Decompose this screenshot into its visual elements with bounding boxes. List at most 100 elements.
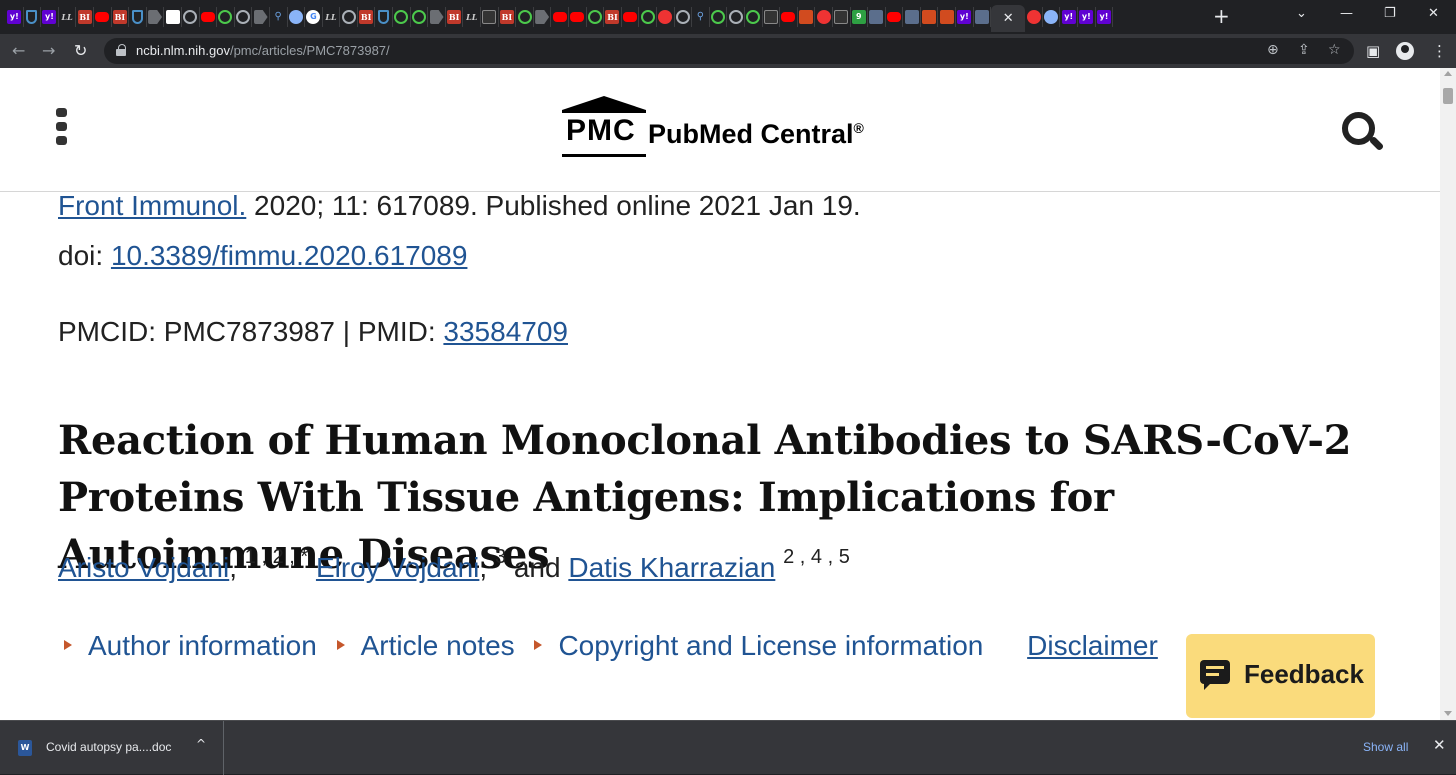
bookmark-star-icon[interactable]: ☆: [1328, 42, 1341, 58]
browser-tab[interactable]: y!: [956, 7, 974, 27]
browser-tab[interactable]: [235, 7, 253, 27]
browser-tab[interactable]: LL: [59, 7, 77, 27]
article-notes-toggle[interactable]: Article notes: [361, 630, 515, 661]
browser-tab[interactable]: [481, 7, 499, 27]
author-information-toggle[interactable]: Author information: [88, 630, 317, 661]
browser-tab[interactable]: [903, 7, 921, 27]
download-file-name[interactable]: Covid autopsy pa....doc: [46, 740, 171, 754]
browser-tab[interactable]: [340, 7, 358, 27]
browser-tab[interactable]: [727, 7, 745, 27]
browser-tab[interactable]: [657, 7, 675, 27]
browser-tab[interactable]: y!: [1096, 7, 1114, 27]
browser-tab[interactable]: y!: [1060, 7, 1079, 27]
browser-tab[interactable]: BI: [76, 7, 94, 27]
lock-icon[interactable]: [116, 44, 126, 56]
browser-tab[interactable]: BI: [358, 7, 376, 27]
feedback-button[interactable]: Feedback: [1186, 634, 1375, 718]
browser-tab[interactable]: [833, 7, 851, 27]
browser-menu-icon[interactable]: ⋮: [1432, 42, 1447, 60]
affiliation-sup[interactable]: 2 , 4 , 5: [783, 546, 850, 568]
minimize-button[interactable]: —: [1340, 6, 1353, 21]
copyright-license-toggle[interactable]: Copyright and License information: [558, 630, 983, 661]
browser-tab[interactable]: [745, 7, 763, 27]
disclaimer-link[interactable]: Disclaimer: [1027, 630, 1158, 661]
browser-tab[interactable]: ⚲: [270, 7, 288, 27]
show-all-downloads-link[interactable]: Show all: [1363, 740, 1408, 754]
browser-tab[interactable]: [639, 7, 657, 27]
browser-tab[interactable]: [1043, 7, 1061, 27]
browser-tab[interactable]: 9: [851, 7, 869, 27]
browser-tab[interactable]: G: [305, 7, 323, 27]
browser-tab[interactable]: [94, 7, 112, 27]
browser-tab[interactable]: [428, 7, 446, 27]
browser-tab[interactable]: [921, 7, 939, 27]
page-scrollbar[interactable]: [1440, 68, 1456, 720]
affiliation-sup[interactable]: 3: [495, 546, 506, 568]
browser-tab[interactable]: [24, 7, 42, 27]
browser-tab[interactable]: [164, 7, 182, 27]
chevron-up-icon[interactable]: ^: [196, 737, 206, 751]
browser-tab[interactable]: [868, 7, 886, 27]
browser-tab[interactable]: LL: [463, 7, 482, 27]
url-text[interactable]: ncbi.nlm.nih.gov/pmc/articles/PMC7873987…: [136, 43, 390, 58]
share-icon[interactable]: ⇪: [1298, 42, 1310, 58]
download-item[interactable]: W Covid autopsy pa....doc ^: [0, 721, 224, 775]
affiliation-sup[interactable]: 1 , 2 , *: [245, 546, 308, 568]
pmid-link[interactable]: 33584709: [443, 316, 568, 347]
address-bar[interactable]: ncbi.nlm.nih.gov/pmc/articles/PMC7873987…: [104, 38, 1354, 64]
browser-tab[interactable]: [551, 7, 569, 27]
browser-tab[interactable]: [622, 7, 640, 27]
side-panel-icon[interactable]: ▣: [1366, 42, 1380, 60]
browser-tab[interactable]: [288, 7, 306, 27]
browser-tab[interactable]: [938, 7, 957, 27]
back-button[interactable]: ←: [12, 41, 25, 60]
browser-tab[interactable]: LL: [323, 7, 341, 27]
browser-tab[interactable]: [675, 7, 693, 27]
zoom-icon[interactable]: ⊕: [1267, 42, 1279, 58]
restore-button[interactable]: ❐: [1384, 6, 1396, 21]
reload-button[interactable]: ↻: [74, 41, 87, 60]
browser-tab[interactable]: ⚲: [692, 7, 710, 27]
browser-tab[interactable]: BI: [499, 7, 517, 27]
browser-tab[interactable]: [411, 7, 429, 27]
browser-tab[interactable]: [780, 7, 798, 27]
browser-tab[interactable]: y!: [1078, 7, 1096, 27]
menu-icon[interactable]: [56, 108, 68, 146]
search-icon[interactable]: [1342, 112, 1385, 154]
browser-tab[interactable]: y!: [6, 7, 24, 27]
browser-tab[interactable]: [147, 7, 165, 27]
browser-tab[interactable]: [569, 7, 587, 27]
browser-tab[interactable]: [252, 7, 270, 27]
browser-tab[interactable]: [587, 7, 605, 27]
close-download-shelf-icon[interactable]: ✕: [1433, 736, 1446, 754]
author-link[interactable]: Elroy Vojdani: [316, 552, 479, 583]
browser-tab[interactable]: [129, 7, 147, 27]
browser-tab[interactable]: [974, 7, 992, 27]
forward-button[interactable]: →: [42, 41, 55, 60]
browser-tab[interactable]: BI: [604, 7, 622, 27]
close-tab-icon[interactable]: ✕: [1003, 11, 1014, 26]
scroll-up-arrow-icon[interactable]: [1444, 71, 1452, 76]
close-window-button[interactable]: ✕: [1428, 6, 1439, 21]
tab-search-button[interactable]: ⌄: [1296, 6, 1307, 21]
scroll-thumb[interactable]: [1443, 88, 1453, 104]
browser-tab[interactable]: [516, 7, 534, 27]
browser-tab[interactable]: y!: [41, 7, 59, 27]
browser-tab[interactable]: [217, 7, 235, 27]
browser-tab[interactable]: [710, 7, 728, 27]
browser-tab[interactable]: [815, 7, 833, 27]
browser-tab[interactable]: [763, 7, 781, 27]
browser-tab[interactable]: [200, 7, 218, 27]
author-link[interactable]: Datis Kharrazian: [568, 552, 775, 583]
browser-tab[interactable]: [886, 7, 904, 27]
profile-avatar[interactable]: [1396, 42, 1414, 60]
browser-tab[interactable]: [393, 7, 411, 27]
scroll-down-arrow-icon[interactable]: [1444, 711, 1452, 716]
browser-tab[interactable]: [375, 7, 394, 27]
browser-tab[interactable]: [798, 7, 816, 27]
active-browser-tab[interactable]: ✕: [991, 5, 1026, 32]
new-tab-button[interactable]: +: [1213, 6, 1230, 26]
browser-tab[interactable]: BI: [446, 7, 464, 27]
browser-tab[interactable]: [534, 7, 552, 27]
browser-tab[interactable]: BI: [112, 7, 130, 27]
